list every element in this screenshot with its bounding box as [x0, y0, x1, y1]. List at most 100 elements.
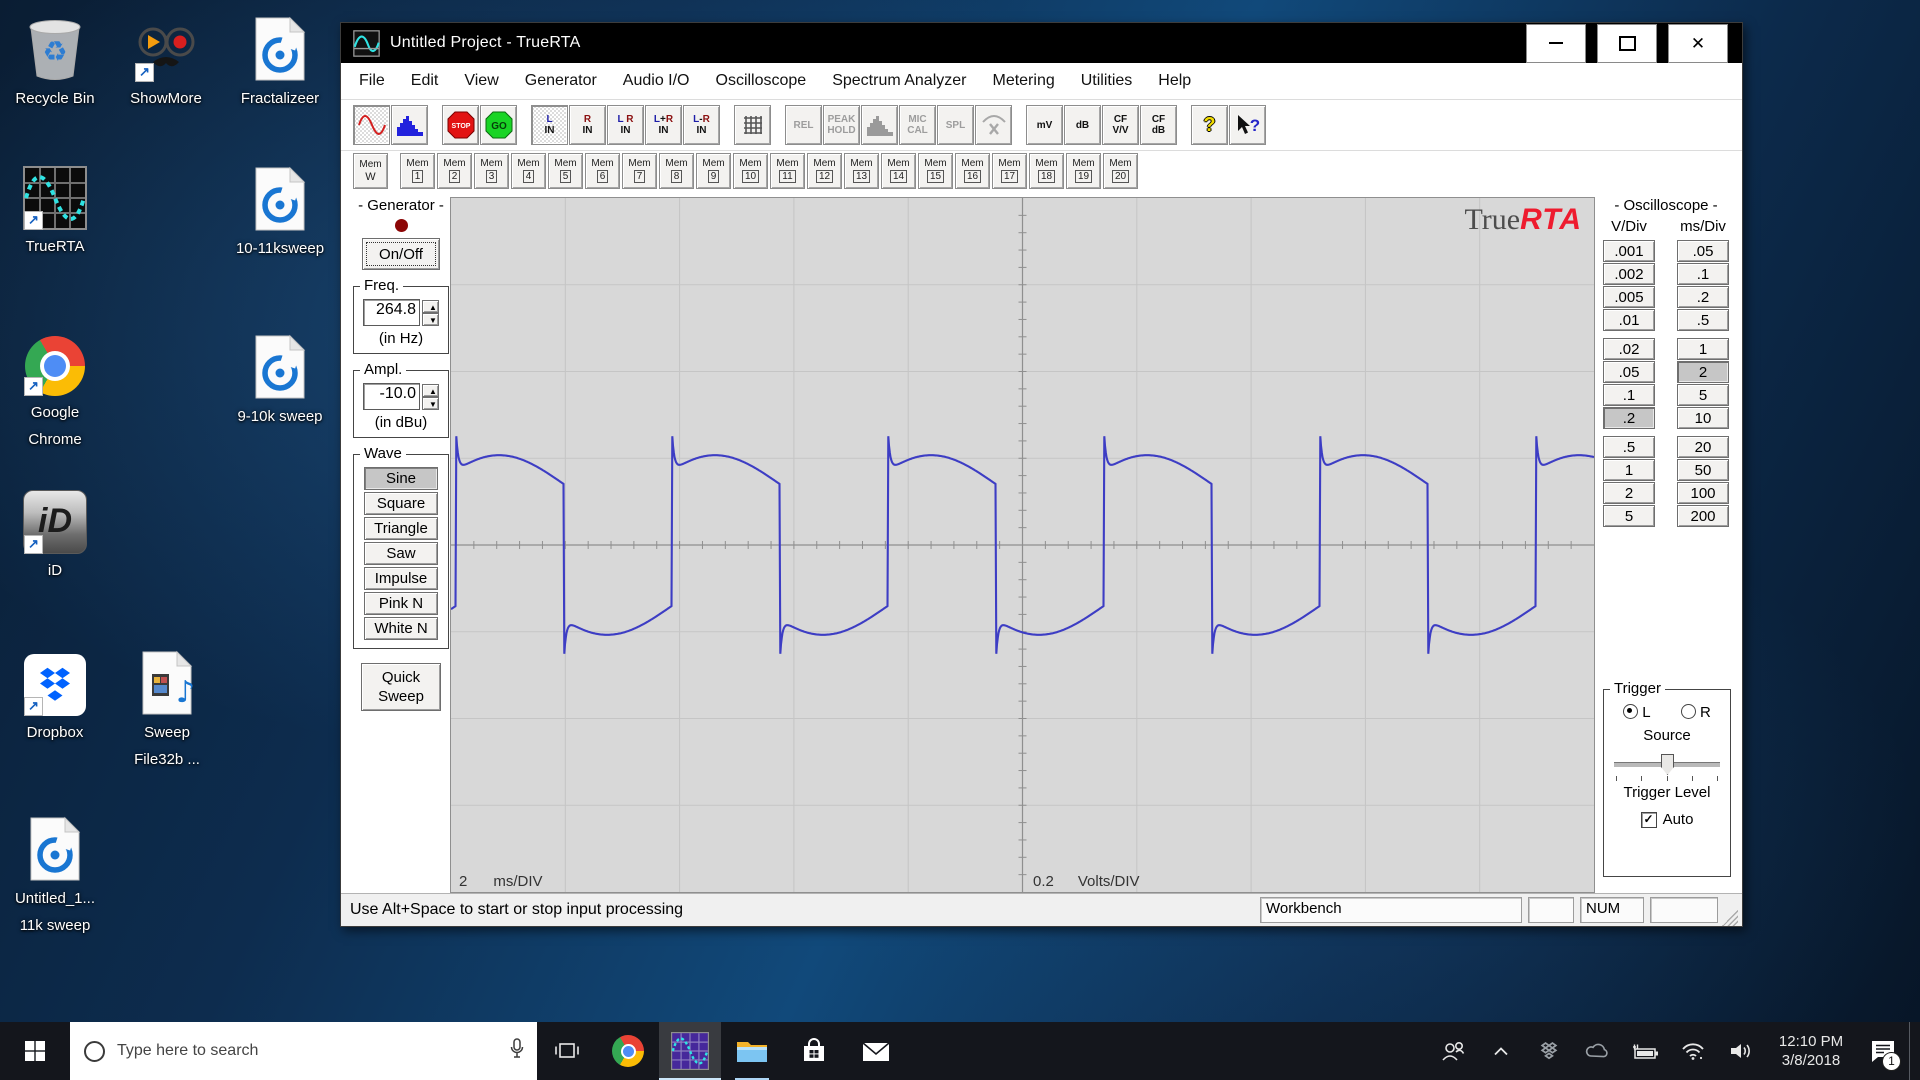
taskbar-app-file-explorer[interactable] [721, 1022, 783, 1080]
memory-button-5[interactable]: Mem5 [548, 153, 583, 189]
desktop-icon-fractalizeer[interactable]: Fractalizeer [225, 16, 335, 112]
tray-volume-icon[interactable] [1717, 1022, 1765, 1080]
tray-battery-icon[interactable] [1621, 1022, 1669, 1080]
peak-hold-button[interactable]: PEAKHOLD [823, 105, 860, 145]
mic-cal-button[interactable]: MICCAL [899, 105, 936, 145]
generator-wave-button[interactable] [353, 105, 390, 145]
menu-item-edit[interactable]: Edit [398, 72, 452, 90]
desktop-icon-showmore[interactable]: ↗ShowMore [111, 16, 221, 112]
vdiv-p01-button[interactable]: .01 [1603, 309, 1655, 331]
vdiv-p002-button[interactable]: .002 [1603, 263, 1655, 285]
task-view-button[interactable] [537, 1022, 597, 1080]
memory-button-15[interactable]: Mem15 [918, 153, 953, 189]
resize-grip[interactable] [1722, 910, 1738, 926]
memory-button-12[interactable]: Mem12 [807, 153, 842, 189]
wave-triangle-button[interactable]: Triangle [364, 517, 438, 540]
memory-button-16[interactable]: Mem16 [955, 153, 990, 189]
desktop-icon-sweep-9-10k[interactable]: 9-10k sweep [225, 334, 335, 430]
memory-button-17[interactable]: Mem17 [992, 153, 1027, 189]
msdiv-1-button[interactable]: 1 [1677, 338, 1729, 360]
desktop-icon-sweep-10-11k[interactable]: 10-11ksweep [225, 166, 335, 262]
menu-item-oscilloscope[interactable]: Oscilloscope [703, 72, 820, 90]
menu-item-file[interactable]: File [346, 72, 398, 90]
memory-button-3[interactable]: Mem3 [474, 153, 509, 189]
menu-item-help[interactable]: Help [1145, 72, 1204, 90]
db-button[interactable]: dB [1064, 105, 1101, 145]
wave-square-button[interactable]: Square [364, 492, 438, 515]
tray-onedrive-icon[interactable] [1573, 1022, 1621, 1080]
stop-button[interactable]: STOP [442, 105, 479, 145]
desktop-icon-truerta[interactable]: ↗TrueRTA [0, 164, 110, 260]
msdiv-10-button[interactable]: 10 [1677, 407, 1729, 429]
trigger-level-slider[interactable] [1614, 752, 1720, 778]
msdiv-100-button[interactable]: 100 [1677, 482, 1729, 504]
msdiv-20-button[interactable]: 20 [1677, 436, 1729, 458]
memory-button-8[interactable]: Mem8 [659, 153, 694, 189]
vdiv-p1-button[interactable]: .1 [1603, 384, 1655, 406]
desktop-icon-dropbox[interactable]: ↗Dropbox [0, 650, 110, 746]
show-desktop-button[interactable] [1909, 1022, 1920, 1080]
context-help-button[interactable]: ? [1229, 105, 1266, 145]
title-bar[interactable]: Untitled Project - TrueRTA ✕ [341, 23, 1742, 63]
desktop-icon-recycle-bin[interactable]: ♻Recycle Bin [0, 16, 110, 112]
input-lr-button[interactable]: L RIN [607, 105, 644, 145]
generator-onoff-button[interactable]: On/Off [362, 238, 440, 270]
vdiv-p5-button[interactable]: .5 [1603, 436, 1655, 458]
wave-saw-button[interactable]: Saw [364, 542, 438, 565]
memory-button-20[interactable]: Mem20 [1103, 153, 1138, 189]
desktop-icon-untitled-11k-sweep[interactable]: Untitled_1... 11k sweep [0, 816, 110, 939]
msdiv-50-button[interactable]: 50 [1677, 459, 1729, 481]
smoothing-button[interactable] [975, 105, 1012, 145]
trigger-source-right-radio[interactable]: R [1681, 704, 1711, 721]
freq-up-button[interactable]: ▲ [422, 300, 439, 313]
menu-item-generator[interactable]: Generator [512, 72, 610, 90]
memory-button-9[interactable]: Mem9 [696, 153, 731, 189]
go-button[interactable]: GO [480, 105, 517, 145]
tray-chevron-up-icon[interactable] [1477, 1022, 1525, 1080]
taskbar-app-mail[interactable] [845, 1022, 907, 1080]
vdiv-p2-button[interactable]: .2 [1603, 407, 1655, 429]
rel-button[interactable]: REL [785, 105, 822, 145]
close-button[interactable]: ✕ [1668, 24, 1728, 63]
vdiv-p05-button[interactable]: .05 [1603, 361, 1655, 383]
microphone-icon[interactable] [509, 1037, 525, 1066]
memory-button-18[interactable]: Mem18 [1029, 153, 1064, 189]
memory-button-7[interactable]: Mem7 [622, 153, 657, 189]
taskbar-app-truerta[interactable] [659, 1022, 721, 1080]
wave-whiten-button[interactable]: White N [364, 617, 438, 640]
wave-pinkn-button[interactable]: Pink N [364, 592, 438, 615]
msdiv-p2-button[interactable]: .2 [1677, 286, 1729, 308]
msdiv-5-button[interactable]: 5 [1677, 384, 1729, 406]
msdiv-p5-button[interactable]: .5 [1677, 309, 1729, 331]
menu-item-metering[interactable]: Metering [979, 72, 1067, 90]
memory-button-2[interactable]: Mem2 [437, 153, 472, 189]
memory-button-19[interactable]: Mem19 [1066, 153, 1101, 189]
freq-down-button[interactable]: ▼ [422, 313, 439, 326]
memory-button-6[interactable]: Mem6 [585, 153, 620, 189]
desktop-icon-id-app[interactable]: iD↗iD [0, 488, 110, 584]
ampl-input[interactable]: -10.0 [363, 383, 420, 410]
msdiv-200-button[interactable]: 200 [1677, 505, 1729, 527]
auto-checkbox[interactable]: ✓ [1641, 812, 1657, 828]
msdiv-p05-button[interactable]: .05 [1677, 240, 1729, 262]
mv-button[interactable]: mV [1026, 105, 1063, 145]
vdiv-5-button[interactable]: 5 [1603, 505, 1655, 527]
vdiv-p005-button[interactable]: .005 [1603, 286, 1655, 308]
gray-bars-button[interactable] [861, 105, 898, 145]
vdiv-p02-button[interactable]: .02 [1603, 338, 1655, 360]
menu-item-view[interactable]: View [451, 72, 511, 90]
start-button[interactable] [0, 1022, 70, 1080]
quick-sweep-button[interactable]: Quick Sweep [361, 663, 441, 711]
tray-people-icon[interactable] [1429, 1022, 1477, 1080]
freq-input[interactable]: 264.8 [363, 299, 420, 326]
vdiv-p001-button[interactable]: .001 [1603, 240, 1655, 262]
input-lminusr-button[interactable]: L-RIN [683, 105, 720, 145]
cf-vv-button[interactable]: CFV/V [1102, 105, 1139, 145]
wave-impulse-button[interactable]: Impulse [364, 567, 438, 590]
maximize-button[interactable] [1597, 24, 1657, 63]
msdiv-p1-button[interactable]: .1 [1677, 263, 1729, 285]
slider-thumb[interactable] [1661, 754, 1674, 775]
input-l-button[interactable]: LIN [531, 105, 568, 145]
menu-item-utilities[interactable]: Utilities [1068, 72, 1146, 90]
taskbar-app-store[interactable] [783, 1022, 845, 1080]
